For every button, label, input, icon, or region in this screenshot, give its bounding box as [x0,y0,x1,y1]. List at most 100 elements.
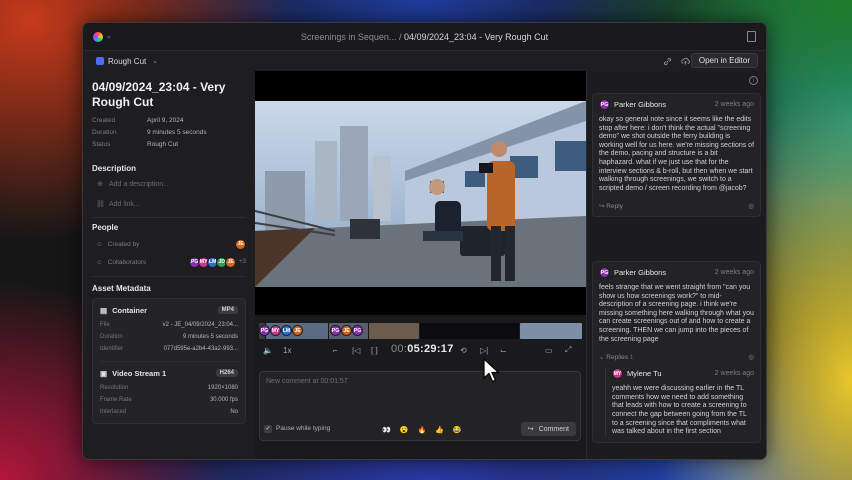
meta-key: Duration [100,334,123,340]
timeline-segment [520,323,582,339]
fullscreen-bracket-icon[interactable]: [ ] [371,344,378,356]
avatar[interactable]: MY [270,325,281,336]
reply-button[interactable]: ↪ Reply [599,202,623,210]
asset-meta: Created April 9, 2024 Duration 9 minutes… [92,114,246,150]
send-comment-button[interactable]: ↪ Comment [520,422,576,436]
video-stream-label: Video Stream 1 [112,368,167,378]
chevron-down-icon: ⌄ [152,58,159,65]
asset-title: 04/09/2024_23:04 - Very Rough Cut [92,80,226,109]
info-icon[interactable]: i [749,76,758,85]
container-row: Duration 9 minutes 5 seconds [100,331,238,343]
users-icon: ☺ [96,258,103,266]
meta-key: Status [92,140,111,148]
avatar[interactable]: PG [259,325,270,336]
meta-value: 30.000 fps [209,397,238,403]
comment-body: okay so general note since it seems like… [599,116,755,192]
volume-icon[interactable]: 🔈 [263,344,273,356]
timeline-comment-markers: PG JE PG [330,325,363,336]
comment-time: 2 weeks ago [714,269,754,276]
collaborator-avatars[interactable]: PG MY LM JD JE +3 [189,256,246,268]
breadcrumb-current: 04/09/2024_23:04 - Very Rough Cut [404,32,549,42]
pause-checkbox[interactable]: ✓ [264,424,272,433]
video-player[interactable] [255,71,586,315]
container-badge: MP4 [217,306,238,314]
video-frame [255,101,586,287]
emoji-eyes[interactable]: 👀 [382,426,391,434]
meta-value: 9 minutes 5 seconds [182,334,238,340]
container-header: ▤ Container MP4 [100,304,238,316]
add-description-field[interactable]: ⊕ Add a description... [92,176,246,192]
emoji-fire[interactable]: 🔥 [417,426,426,434]
comment-author: Parker Gibbons [614,268,667,277]
meta-status: Status Rough Cut [92,138,246,150]
avatar[interactable]: LM [281,325,292,336]
video-row: Interlaced No [100,406,238,418]
emoji-laugh[interactable]: 😂 [453,426,462,434]
link-icon[interactable] [660,54,674,68]
created-by-label: Created by [107,240,140,248]
comments-panel: i PG Parker Gibbons 2 weeks ago okay so … [586,71,766,459]
meta-key: Interlaced [100,409,127,415]
comment-author: Parker Gibbons [614,100,667,109]
avatar[interactable]: PG [352,325,363,336]
meta-value: 9 minutes 5 seconds [147,128,207,136]
created-by-row: ☺ Created by JE [92,235,246,253]
more-collaborators-count: +3 [239,259,246,265]
comment-box-footer: ✓ Pause while typing 👀 😮 🔥 👍 😂 ↪ Comment [264,421,576,436]
avatar[interactable]: JE [235,238,246,250]
user-icon: ☺ [96,240,103,248]
timeline-strip[interactable] [259,323,582,339]
divider [100,361,238,362]
meta-duration: Duration 9 minutes 5 seconds [92,126,246,138]
title-bar: ⌄ Screenings in Sequen... / 04/09/2024_2… [83,23,766,51]
meta-key: Duration [92,128,117,136]
previous-frame-icon[interactable]: |◁ [352,344,360,356]
video-stream-header: ▣ Video Stream 1 H264 [100,367,238,379]
emoji-reactions: 👀 😮 🔥 👍 😂 [382,426,462,434]
container-row: File v2 - JE_04/09/2024_23:04... [100,319,238,331]
open-in-editor-button[interactable]: Open in Editor [690,53,758,68]
resolve-icon[interactable]: ◎ [748,353,754,361]
add-description-text: Add a description... [109,180,169,188]
next-frame-icon[interactable]: ▷| [480,344,488,356]
description-heading: Description [92,164,137,173]
status-chip-label: Rough Cut [108,56,147,66]
comment-body: yeahh we were discussing earlier in the … [612,385,747,436]
avatar[interactable]: PG [330,325,341,336]
meta-key: Identifier [100,346,124,352]
emoji-thumbs-up[interactable]: 👍 [435,426,444,434]
comment-footer: ↪ Reply ◎ [599,201,754,211]
upload-icon[interactable] [678,54,692,68]
mark-out-icon[interactable]: ⌙ [500,344,507,356]
meta-key: Resolution [100,385,129,391]
plus-icon: ⊕ [97,181,103,188]
avatar: PG [599,99,610,110]
replies-toggle[interactable]: ⌄ Replies 1 [599,353,633,361]
meta-value: v2 - JE_04/09/2024_23:04... [162,322,238,328]
comment-time: 2 weeks ago [714,101,754,108]
breadcrumb-parent[interactable]: Screenings in Sequen... [301,32,397,42]
expand-icon[interactable]: ⤢ [565,344,571,356]
send-comment-label: Comment [538,425,569,433]
avatar[interactable]: JE [292,325,303,336]
container-label: Container [112,305,148,315]
comment-input[interactable]: New comment at 00:01:57 [266,378,348,385]
resolve-icon[interactable]: ◎ [748,202,754,210]
mark-in-icon[interactable]: ⌐ [333,344,338,356]
meta-value[interactable]: Rough Cut [147,141,178,148]
collaborators-row: ☺ Collaborators PG MY LM JD JE +3 [92,253,246,271]
speed-button[interactable]: 1x [283,344,291,356]
emoji-surprised[interactable]: 😮 [400,426,409,434]
panel-toggle-icon[interactable] [747,31,756,42]
timeline-comment-markers: PG MY LM JE [259,325,303,336]
timeline-segment [420,323,520,339]
asset-details-panel: 04/09/2024_23:04 - Very Rough Cut Create… [83,71,255,459]
video-icon: ▣ [100,368,108,378]
timecode: 00:05:29:17 [391,343,454,355]
meta-value: April 9, 2024 [147,116,184,124]
loop-icon[interactable]: ⟲ [460,344,467,356]
status-chip[interactable]: Rough Cut ⌄ [92,54,164,68]
add-link-field[interactable]: ⛓ Add link... [92,196,246,212]
picture-in-picture-icon[interactable]: ▭ [545,344,553,356]
avatar[interactable]: JE [341,325,352,336]
